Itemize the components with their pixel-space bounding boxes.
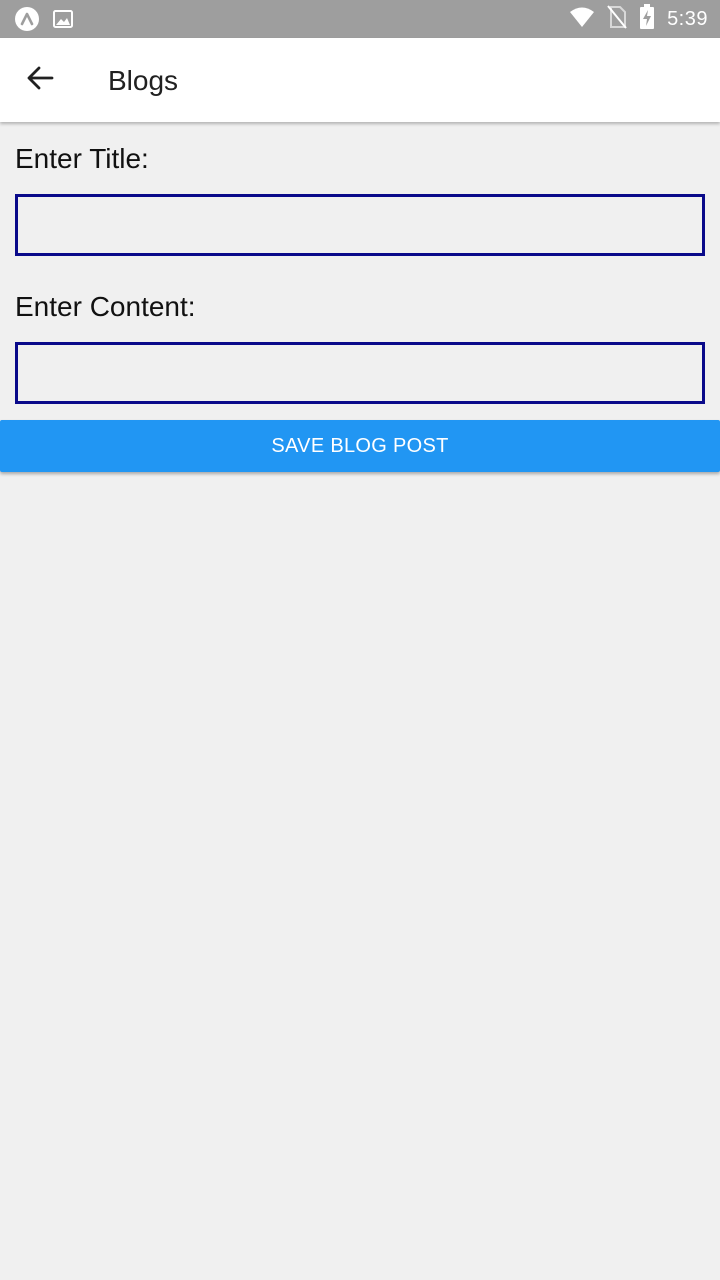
expo-icon bbox=[14, 6, 40, 37]
back-button[interactable] bbox=[20, 60, 60, 100]
app-bar: Blogs bbox=[0, 38, 720, 122]
page-title: Blogs bbox=[108, 65, 179, 96]
status-left-icons bbox=[14, 6, 74, 37]
status-bar: 5:39 bbox=[0, 0, 720, 38]
content-input[interactable] bbox=[15, 342, 705, 404]
title-input[interactable] bbox=[15, 194, 705, 256]
status-right-icons: 5:39 bbox=[569, 0, 708, 38]
status-time: 5:39 bbox=[667, 7, 708, 30]
arrow-left-icon bbox=[26, 64, 54, 97]
save-blog-post-button[interactable]: SAVE BLOG POST bbox=[0, 420, 720, 472]
battery-charging-icon bbox=[639, 3, 655, 35]
title-label: Enter Title: bbox=[15, 143, 149, 174]
content-label: Enter Content: bbox=[15, 291, 196, 322]
no-sim-icon bbox=[607, 4, 627, 34]
image-icon bbox=[52, 8, 74, 35]
wifi-icon bbox=[569, 6, 595, 33]
